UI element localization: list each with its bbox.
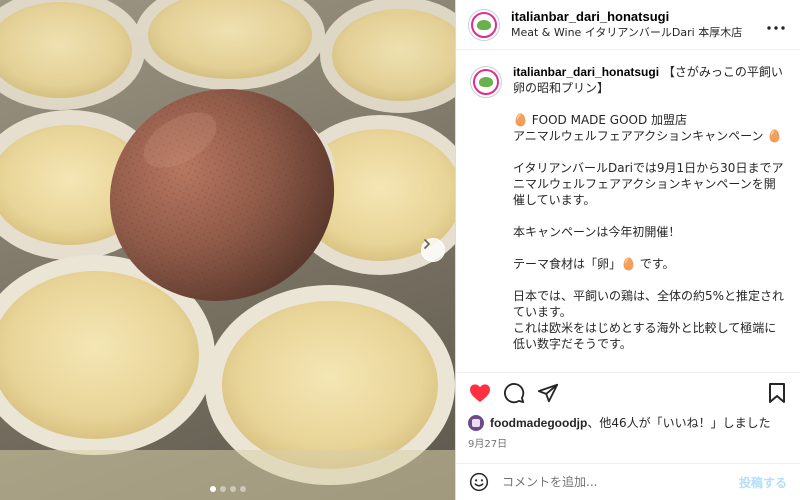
caption-line: 日本では、平飼いの鶏は、全体の約5%と推定されています。 bbox=[513, 289, 785, 319]
comment-bar: 投稿する bbox=[456, 463, 800, 500]
liker-username[interactable]: foodmadegoodjp bbox=[490, 416, 587, 430]
next-image-button[interactable] bbox=[421, 238, 445, 262]
action-bar bbox=[456, 372, 800, 412]
caption-username[interactable]: italianbar_dari_honatsugi bbox=[513, 65, 659, 79]
caption-text: italianbar_dari_honatsugi 【さがみっこの平飼い卵の昭和… bbox=[513, 64, 786, 370]
heart-filled-icon bbox=[470, 383, 490, 402]
paper-plane-icon bbox=[537, 383, 559, 402]
caption-area[interactable]: italianbar_dari_honatsugi 【さがみっこの平飼い卵の昭和… bbox=[456, 50, 800, 370]
caption-line: これは欧米をはじめとする海外と比較して極端に低い数字だそうです。 bbox=[513, 321, 777, 351]
leaf-logo-icon bbox=[479, 77, 493, 87]
comment-icon bbox=[504, 382, 525, 403]
carousel-indicator bbox=[0, 486, 455, 492]
caption-line: アニマルウェルフェアアクションキャンペーン 🥚 bbox=[513, 129, 783, 143]
likes-summary: foodmadegoodjp 、他46人が「いいね！」しました bbox=[468, 414, 771, 431]
header-subtitle[interactable]: Meat & Wine イタリアンバールDari 本厚木店 bbox=[511, 25, 766, 41]
more-options-button[interactable] bbox=[766, 16, 786, 34]
like-button[interactable] bbox=[468, 381, 492, 405]
caption-paragraph: 本キャンペーンは今年初開催！ bbox=[513, 225, 681, 239]
post-photo bbox=[0, 0, 455, 500]
post-header: italianbar_dari_honatsugi Meat & Wine イタ… bbox=[456, 0, 800, 50]
carousel-dot bbox=[239, 486, 246, 492]
caption-paragraph: テーマ食材は「卵」🥚 です。 bbox=[513, 257, 675, 271]
share-button[interactable] bbox=[536, 381, 560, 405]
bookmark-icon bbox=[769, 382, 785, 403]
comment-input[interactable] bbox=[502, 475, 739, 489]
emoji-button[interactable] bbox=[468, 471, 490, 493]
post-details-panel: italianbar_dari_honatsugi Meat & Wine イタ… bbox=[455, 0, 800, 500]
caption-paragraph: イタリアンバールDariでは9月1日から30日までアニマルウェルフェアアクション… bbox=[513, 161, 784, 207]
caption-line: 🥚 FOOD MADE GOOD 加盟店 bbox=[513, 113, 688, 127]
post-date[interactable]: 9月27日 bbox=[468, 435, 507, 450]
photo-pudding-egg bbox=[0, 0, 455, 500]
header-username[interactable]: italianbar_dari_honatsugi bbox=[511, 9, 766, 25]
leaf-logo-icon bbox=[477, 19, 491, 30]
save-button[interactable] bbox=[765, 381, 789, 405]
avatar[interactable] bbox=[468, 8, 500, 41]
carousel-dot bbox=[229, 486, 236, 492]
chevron-right-icon bbox=[424, 239, 430, 249]
smiley-icon bbox=[469, 472, 489, 492]
caption-avatar[interactable] bbox=[470, 66, 502, 98]
likes-text[interactable]: 、他46人が「いいね！」しました bbox=[587, 414, 770, 431]
post-comment-button[interactable]: 投稿する bbox=[739, 474, 787, 491]
carousel-dot bbox=[219, 486, 226, 492]
carousel-dot bbox=[209, 486, 216, 492]
comment-button[interactable] bbox=[502, 381, 526, 405]
liker-avatar[interactable] bbox=[468, 414, 484, 431]
more-horizontal-icon bbox=[767, 25, 785, 30]
